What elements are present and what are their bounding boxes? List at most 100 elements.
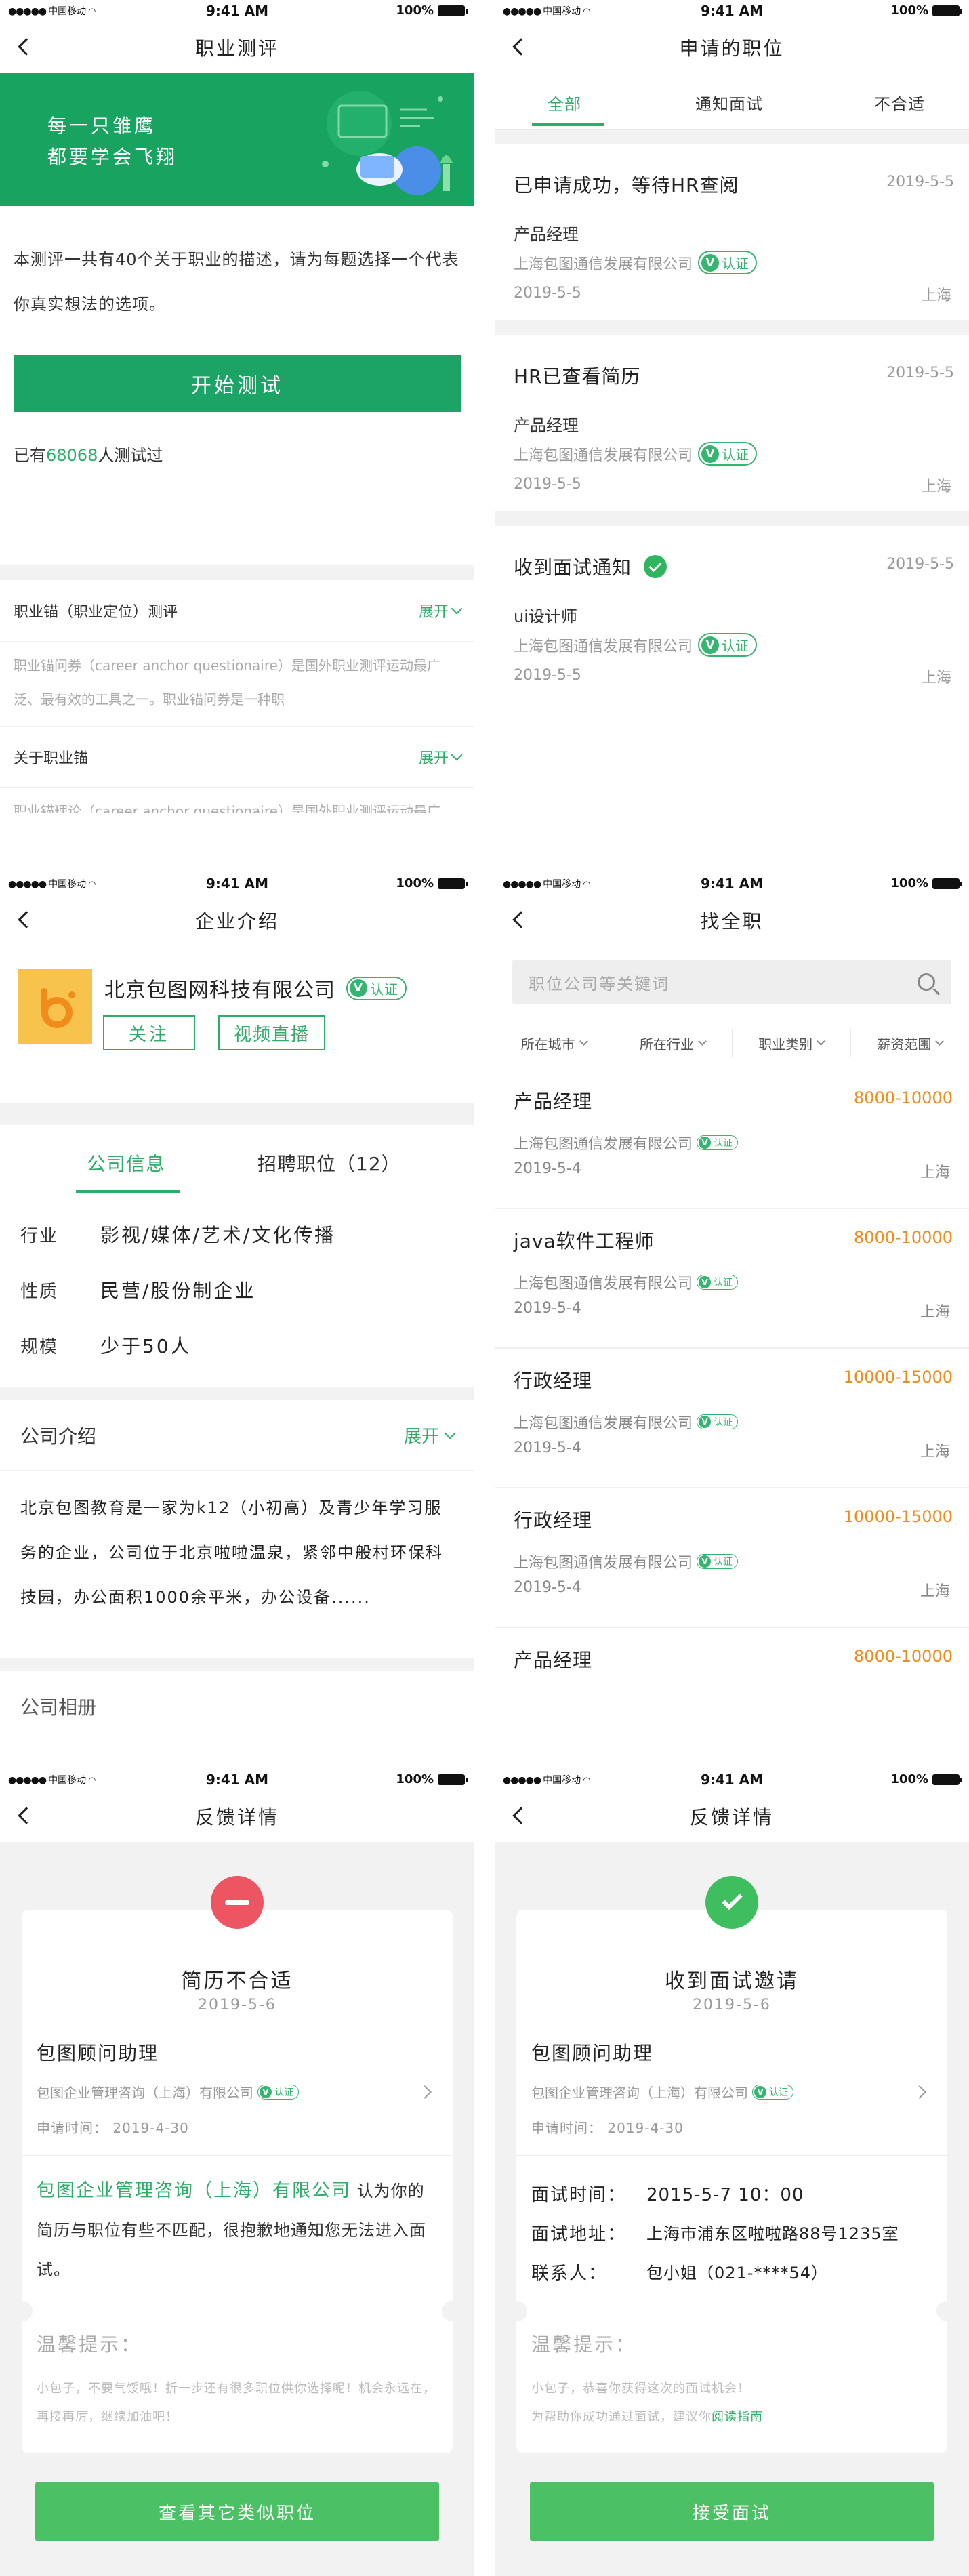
expand-toggle[interactable]: 展开 bbox=[419, 600, 463, 621]
verified-badge: V 认证 bbox=[698, 251, 758, 274]
job-city: 上海 bbox=[920, 1304, 950, 1321]
company-logo bbox=[18, 969, 92, 1044]
job-date: 2019-5-4 bbox=[514, 1300, 581, 1317]
job-title: 包图顾问助理 bbox=[37, 2042, 159, 2064]
status-bar: ●●●●● 中国移动 ◠ 9:41 AM 100% bbox=[495, 0, 969, 22]
start-test-button[interactable]: 开始测试 bbox=[14, 355, 461, 412]
job-list-item[interactable]: 行政经理 10000-15000 上海包图通信发展有限公司 V 认证 2019-5-… bbox=[495, 1349, 969, 1488]
job-list-item[interactable]: 产品经理 8000-10000 上海包图通信发展有限公司 V 认证 2019-5-4… bbox=[495, 1069, 969, 1209]
screen-find-fulltime: ●●●●● 中国移动 ◠ 9:41 AM 100% 找全职 职位公司等关键词 所在城… bbox=[495, 873, 969, 1718]
back-button[interactable] bbox=[507, 1804, 530, 1827]
accordion-header-about-career-anchor[interactable]: 关于职业锚 展开 bbox=[0, 726, 474, 787]
banner-illustration bbox=[322, 91, 453, 195]
tip-title: 温馨提示： bbox=[531, 2333, 637, 2356]
filter-category[interactable]: 职业类别 bbox=[733, 1029, 851, 1057]
success-check-icon bbox=[705, 1876, 758, 1929]
card-notch bbox=[442, 2301, 462, 2321]
battery-icon bbox=[438, 1774, 468, 1785]
back-button[interactable] bbox=[12, 1804, 35, 1827]
back-chevron-icon bbox=[512, 911, 530, 928]
back-chevron-icon bbox=[512, 1807, 530, 1824]
accordion-body: 职业锚理论（career anchor questionaire）是国外职业测评… bbox=[0, 787, 474, 813]
expand-toggle[interactable]: 展开 bbox=[419, 746, 463, 768]
nav-bar: 反馈详情 bbox=[495, 1791, 969, 1842]
job-list-item[interactable]: 行政经理 10000-15000 上海包图通信发展有限公司 V 认证 2019-5-… bbox=[495, 1488, 969, 1628]
back-button[interactable] bbox=[507, 35, 530, 58]
search-input[interactable]: 职位公司等关键词 bbox=[512, 960, 951, 1004]
screen-career-assessment: ●●●●● 中国移动 ◠ 9:41 AM 100% 职业测评 每一只雏鹰 都要学会飞… bbox=[0, 0, 474, 813]
job-salary: 10000-15000 bbox=[843, 1507, 953, 1526]
expand-toggle[interactable]: 展开 bbox=[404, 1423, 456, 1448]
status-date: 2019-5-5 bbox=[886, 173, 954, 190]
verified-badge: V 认证 bbox=[697, 1275, 739, 1290]
back-chevron-icon bbox=[18, 38, 35, 56]
chevron-right-icon[interactable] bbox=[418, 2085, 432, 2099]
battery-icon bbox=[932, 1774, 962, 1785]
intro-text: 本测评一共有40个关于职业的描述，请为每题选择一个代表你真实想法的选项。 bbox=[14, 250, 459, 314]
status-bar: ●●●●● 中国移动 ◠ 9:41 AM 100% bbox=[495, 873, 969, 895]
job-salary: 8000-10000 bbox=[853, 1647, 953, 1666]
accept-interview-button[interactable]: 接受面试 bbox=[530, 2482, 934, 2541]
application-card[interactable]: 已申请成功，等待HR查阅 2019-5-5 产品经理 上海包图通信发展有限公司 V… bbox=[495, 144, 969, 320]
job-city: 上海 bbox=[920, 1164, 950, 1181]
verified-icon: V bbox=[699, 1555, 712, 1568]
card-notch bbox=[507, 2301, 527, 2321]
view-similar-jobs-button[interactable]: 查看其它类似职位 bbox=[35, 2482, 439, 2541]
job-title: 产品经理 bbox=[514, 416, 579, 435]
accordion-header-career-anchor-test[interactable]: 职业锚（职业定位）测评 展开 bbox=[0, 580, 474, 641]
nav-bar: 职业测评 bbox=[0, 22, 474, 73]
back-button[interactable] bbox=[12, 35, 35, 58]
battery-icon bbox=[438, 5, 468, 16]
company-intro-header[interactable]: 公司介绍 展开 bbox=[0, 1400, 474, 1471]
verified-badge: V 认证 bbox=[752, 2084, 793, 2100]
chevron-down-icon bbox=[444, 1427, 456, 1439]
status-bar: ●●●●● 中国移动 ◠ 9:41 AM 100% bbox=[0, 1769, 474, 1791]
follow-button[interactable]: 关注 bbox=[103, 1015, 195, 1050]
job-salary: 8000-10000 bbox=[853, 1088, 953, 1107]
tab-interview-notice[interactable]: 通知面试 bbox=[695, 91, 763, 115]
back-button[interactable] bbox=[12, 908, 35, 931]
job-list-item[interactable]: java软件工程师 8000-10000 上海包图通信发展有限公司 V 认证 201… bbox=[495, 1209, 969, 1349]
banner-line-1: 每一只雏鹰 bbox=[47, 115, 157, 137]
tab-unsuitable[interactable]: 不合适 bbox=[874, 91, 925, 115]
chevron-right-icon[interactable] bbox=[913, 2085, 926, 2099]
reading-guide-link[interactable]: 阅读指南 bbox=[712, 2410, 763, 2424]
filter-salary[interactable]: 薪资范围 bbox=[851, 1029, 969, 1057]
application-status: 已申请成功，等待HR查阅 bbox=[514, 174, 739, 197]
tab-bar: 全部 通知面试 不合适 bbox=[495, 73, 969, 130]
verified-badge: V 认证 bbox=[697, 1414, 739, 1429]
video-live-button[interactable]: 视频直播 bbox=[218, 1015, 325, 1050]
tab-job-openings[interactable]: 招聘职位（12） bbox=[257, 1149, 401, 1177]
application-card[interactable]: 收到面试通知 2019-5-5 ui设计师 上海包图通信发展有限公司 V 认证 20… bbox=[495, 526, 969, 691]
search-icon[interactable] bbox=[918, 973, 935, 991]
job-title: 包图顾问助理 bbox=[531, 2042, 654, 2064]
applied-date: 2019-5-5 bbox=[514, 667, 581, 684]
tip-card: 温馨提示： 小包子，不要气馁哦！折一步还有很多职位供你选择呢！机会永远在，再接再… bbox=[22, 2311, 453, 2453]
job-salary: 10000-15000 bbox=[843, 1368, 953, 1387]
search-placeholder: 职位公司等关键词 bbox=[529, 974, 669, 994]
page-title: 反馈详情 bbox=[689, 1806, 774, 1828]
job-title: 产品经理 bbox=[514, 1090, 593, 1113]
verified-icon: V bbox=[350, 979, 367, 997]
feedback-date: 2019-5-6 bbox=[198, 1997, 276, 2013]
tab-all[interactable]: 全部 bbox=[548, 91, 581, 115]
page-title: 找全职 bbox=[700, 910, 764, 933]
job-salary: 8000-10000 bbox=[853, 1228, 953, 1247]
job-date: 2019-5-4 bbox=[514, 1439, 581, 1456]
tab-company-info[interactable]: 公司信息 bbox=[87, 1149, 165, 1177]
screen-feedback-rejected: ●●●●● 中国移动 ◠ 9:41 AM 100% 反馈详情 简历不合适 2019-… bbox=[0, 1769, 474, 2576]
screen-applied-positions: ●●●●● 中国移动 ◠ 9:41 AM 100% 申请的职位 全部 通知面试 不合… bbox=[495, 0, 969, 691]
job-list-item[interactable]: 产品经理 8000-10000 bbox=[495, 1628, 969, 1718]
filter-industry[interactable]: 所在行业 bbox=[613, 1029, 733, 1057]
company-name: 上海包图通信发展有限公司 V 认证 bbox=[514, 1132, 739, 1153]
tip-title: 温馨提示： bbox=[37, 2333, 142, 2356]
filter-city[interactable]: 所在城市 bbox=[495, 1029, 614, 1057]
chevron-down-icon bbox=[817, 1037, 825, 1046]
verified-badge: V 认证 bbox=[697, 1554, 739, 1569]
chevron-down-icon bbox=[451, 602, 463, 615]
job-date: 2019-5-4 bbox=[514, 1160, 581, 1177]
battery-icon bbox=[438, 878, 468, 889]
company-album-header[interactable]: 公司相册 bbox=[0, 1671, 474, 1718]
application-card[interactable]: HR已查看简历 2019-5-5 产品经理 上海包图通信发展有限公司 V 认证 20… bbox=[495, 335, 969, 511]
back-button[interactable] bbox=[507, 908, 530, 931]
